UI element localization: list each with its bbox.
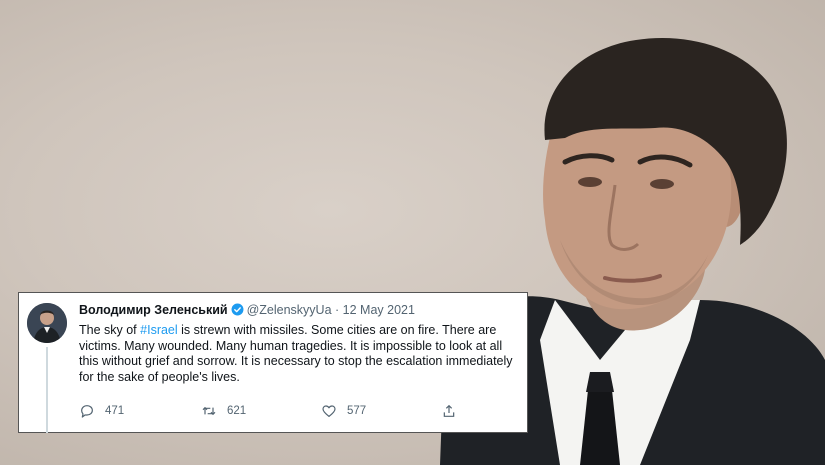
retweet-count: 621 bbox=[227, 405, 247, 417]
separator-dot: · bbox=[335, 303, 340, 317]
reply-button[interactable]: 471 bbox=[79, 403, 124, 419]
reply-icon bbox=[81, 405, 93, 418]
hashtag-link[interactable]: #Israel bbox=[140, 323, 178, 337]
avatar[interactable] bbox=[27, 303, 67, 343]
author-handle[interactable]: @ZelenskyyUa bbox=[247, 303, 332, 317]
like-count: 577 bbox=[347, 405, 367, 417]
avatar-image bbox=[27, 303, 67, 343]
thread-line bbox=[46, 347, 48, 433]
tweet-header: Володимир Зеленський @ZelenskyyUa · 12 Ma… bbox=[79, 303, 415, 319]
share-button[interactable] bbox=[441, 403, 467, 419]
tweet-actions: 471 621 577 bbox=[79, 403, 499, 423]
tweet-date[interactable]: 12 May 2021 bbox=[343, 303, 415, 317]
tweet-text-start: The sky of bbox=[79, 323, 141, 337]
tweet-text: The sky of #Israel is strewn with missil… bbox=[79, 323, 519, 385]
reply-count: 471 bbox=[105, 405, 125, 417]
like-icon bbox=[322, 405, 336, 417]
author-name[interactable]: Володимир Зеленський bbox=[79, 303, 228, 317]
retweet-button[interactable]: 621 bbox=[201, 403, 246, 419]
share-icon bbox=[443, 404, 455, 417]
verified-badge-icon bbox=[231, 303, 244, 319]
retweet-icon bbox=[202, 406, 216, 416]
tweet-card[interactable]: Володимир Зеленський @ZelenskyyUa · 12 Ma… bbox=[18, 292, 528, 433]
like-button[interactable]: 577 bbox=[321, 403, 366, 419]
